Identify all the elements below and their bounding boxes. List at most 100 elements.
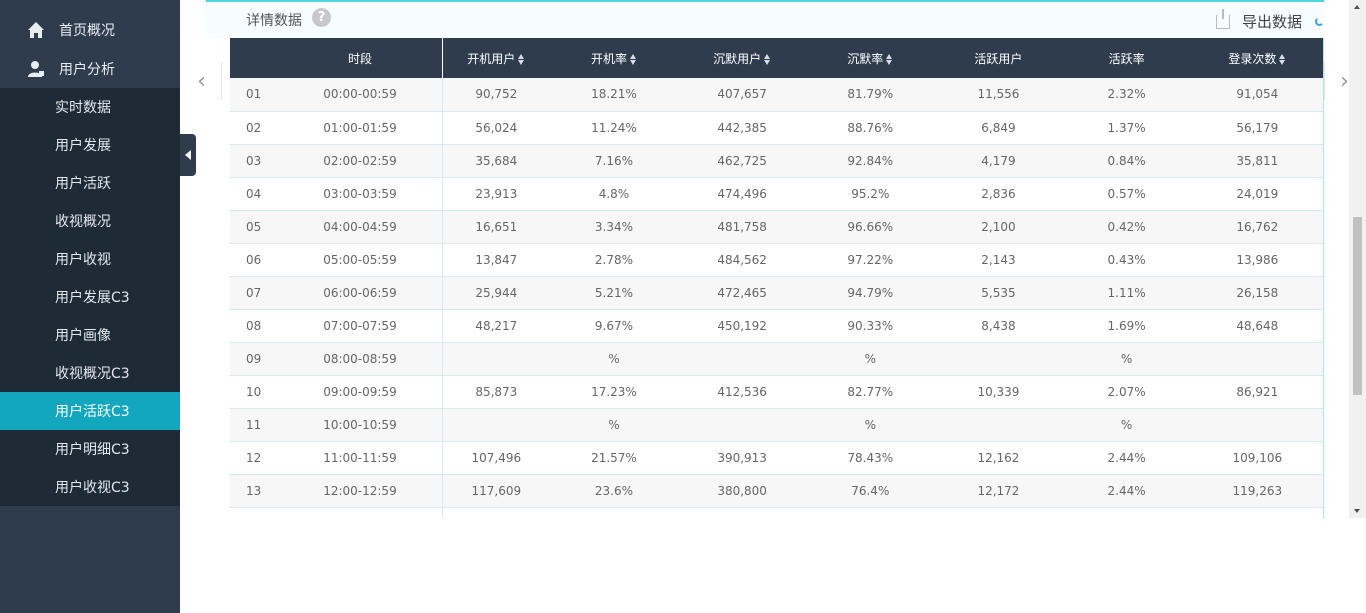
- export-button[interactable]: 导出数据: [1215, 8, 1302, 32]
- sidebar-collapse-button[interactable]: [180, 134, 196, 176]
- table-cell: 13,986: [1190, 243, 1323, 277]
- sort-icon[interactable]: [1279, 53, 1286, 65]
- chevron-right-icon: ›: [1340, 68, 1349, 94]
- table-cell: [934, 342, 1063, 376]
- table-cell: 91,054: [1190, 78, 1323, 112]
- column-header-label: 沉默率: [847, 51, 884, 66]
- sidebar-submenu: 实时数据 用户发展 用户活跃 收视概况 用户收视 用户发展C3 用户画像 收视概况C3 用户活跃…: [0, 88, 180, 506]
- table-cell: 2.44%: [1062, 441, 1191, 475]
- sidebar-subitem[interactable]: 用户明细C3: [0, 430, 180, 468]
- sort-icon[interactable]: [764, 53, 771, 65]
- table-cell: 86,921: [1190, 375, 1323, 409]
- sidebar-subitem[interactable]: 用户活跃C3: [0, 392, 180, 430]
- help-icon[interactable]: ?: [312, 8, 331, 27]
- table-cell: 08: [230, 309, 279, 343]
- sidebar-item-user-analysis[interactable]: 用户分析: [0, 49, 180, 88]
- scrollbar-thumb[interactable]: [1353, 217, 1362, 395]
- table-row: 13 12:00-12:59 117,609 23.6% 380,800 76.4% 12,…: [230, 474, 1323, 508]
- table-row: 04 03:00-03:59 23,913 4.8% 474,496 95.2% 2,836…: [230, 177, 1323, 211]
- table-cell: 2,143: [934, 243, 1063, 277]
- table-cell: [806, 507, 935, 518]
- detail-table: 时段 开机用户 开机率 沉默用户 沉默率 活跃用户 活跃率 登录次数 01 00:00-00:5…: [230, 38, 1324, 518]
- column-header[interactable]: 开机用户: [441, 38, 550, 78]
- card-title: 详情数据: [246, 13, 302, 29]
- column-header[interactable]: 沉默率: [806, 38, 935, 78]
- table-row: 05 04:00-04:59 16,651 3.34% 481,758 96.66% 2,1…: [230, 210, 1323, 244]
- table-cell: 08:00-08:59: [278, 342, 443, 376]
- column-header-label: 登录次数: [1228, 51, 1277, 66]
- table-row: 08 07:00-07:59 48,217 9.67% 450,192 90.33% 8,4…: [230, 309, 1323, 343]
- table-cell: 95.2%: [806, 177, 935, 211]
- table-cell: 26,158: [1190, 276, 1323, 310]
- table-cell: 0.42%: [1062, 210, 1191, 244]
- sidebar-item-label: 首页概况: [59, 22, 115, 39]
- table-row: 10 09:00-09:59 85,873 17.23% 412,536 82.77% 10…: [230, 375, 1323, 409]
- table-cell: [549, 507, 679, 518]
- table-cell: 82.77%: [806, 375, 935, 409]
- table-cell: 48,648: [1190, 309, 1323, 343]
- sidebar-item-home[interactable]: 首页概况: [0, 10, 180, 49]
- scroll-up-icon[interactable]: [1354, 5, 1360, 9]
- table-cell: %: [549, 408, 679, 442]
- column-header-label: 开机率: [590, 51, 627, 66]
- column-header[interactable]: 登录次数: [1190, 38, 1323, 78]
- sidebar-subitem[interactable]: 用户发展: [0, 126, 180, 164]
- sidebar-subitem[interactable]: 收视概况: [0, 202, 180, 240]
- table-cell: 24,019: [1190, 177, 1323, 211]
- table-cell: [1190, 507, 1323, 518]
- table-header-row: 时段 开机用户 开机率 沉默用户 沉默率 活跃用户 活跃率 登录次数: [230, 38, 1323, 78]
- sidebar-subitem[interactable]: 实时数据: [0, 88, 180, 126]
- table-cell: 119,263: [1190, 474, 1323, 508]
- table-cell: 05: [230, 210, 279, 244]
- sort-icon[interactable]: [886, 53, 893, 65]
- table-cell: 02:00-02:59: [278, 144, 443, 178]
- column-header[interactable]: 开机率: [549, 38, 679, 78]
- sidebar-subitem[interactable]: 收视概况C3: [0, 354, 180, 392]
- table-cell: 23,913: [441, 177, 550, 211]
- sidebar-subitem[interactable]: 用户活跃: [0, 164, 180, 202]
- table-cell: 06:00-06:59: [278, 276, 443, 310]
- table-cell: 09:00-09:59: [278, 375, 443, 409]
- table-cell: 06: [230, 243, 279, 277]
- table-cell: 21.57%: [549, 441, 679, 475]
- page-scrollbar[interactable]: [1349, 0, 1366, 518]
- table-cell: 18.21%: [549, 78, 679, 112]
- table-cell: 16,651: [441, 210, 550, 244]
- sidebar-subitem[interactable]: 用户收视: [0, 240, 180, 278]
- table-cell: 12,172: [934, 474, 1063, 508]
- table-cell: [678, 507, 807, 518]
- table-cell: 81.79%: [806, 78, 935, 112]
- scroll-down-icon[interactable]: [1354, 509, 1360, 513]
- table-cell: 78.43%: [806, 441, 935, 475]
- table-cell: 4,179: [934, 144, 1063, 178]
- sidebar-subitem[interactable]: 用户画像: [0, 316, 180, 354]
- table-cell: 11: [230, 408, 279, 442]
- table-cell: 11:00-11:59: [278, 441, 443, 475]
- table-cell: 481,758: [678, 210, 807, 244]
- table-row: 11 10:00-10:59%%%: [230, 408, 1323, 442]
- table-cell: 8,438: [934, 309, 1063, 343]
- sidebar-subitem[interactable]: 用户收视C3: [0, 468, 180, 506]
- table-row: 06 05:00-05:59 13,847 2.78% 484,562 97.22% 2,1…: [230, 243, 1323, 277]
- sort-icon[interactable]: [629, 53, 637, 65]
- table-cell: 35,811: [1190, 144, 1323, 178]
- table-cell: 23.6%: [549, 474, 679, 508]
- table-cell: 462,725: [678, 144, 807, 178]
- table-row: 12 11:00-11:59 107,496 21.57% 390,913 78.43% 1…: [230, 441, 1323, 475]
- table-cell: 412,536: [678, 375, 807, 409]
- table-cell: 380,800: [678, 474, 807, 508]
- export-icon: [1215, 8, 1230, 29]
- sort-icon[interactable]: [518, 53, 525, 65]
- table-cell: 6,849: [934, 111, 1063, 145]
- table-cell: 2.07%: [1062, 375, 1191, 409]
- sidebar-subitem[interactable]: 用户发展C3: [0, 278, 180, 316]
- chevron-left-icon: ‹: [197, 68, 206, 94]
- table-cell: 56,179: [1190, 111, 1323, 145]
- table-cell: 56,024: [441, 111, 550, 145]
- table-row: [230, 507, 1323, 518]
- prev-page-button[interactable]: ‹: [182, 62, 222, 100]
- column-header[interactable]: 沉默用户: [678, 38, 807, 78]
- table-cell: 03: [230, 144, 279, 178]
- table-cell: 03:00-03:59: [278, 177, 443, 211]
- table-cell: 12: [230, 441, 279, 475]
